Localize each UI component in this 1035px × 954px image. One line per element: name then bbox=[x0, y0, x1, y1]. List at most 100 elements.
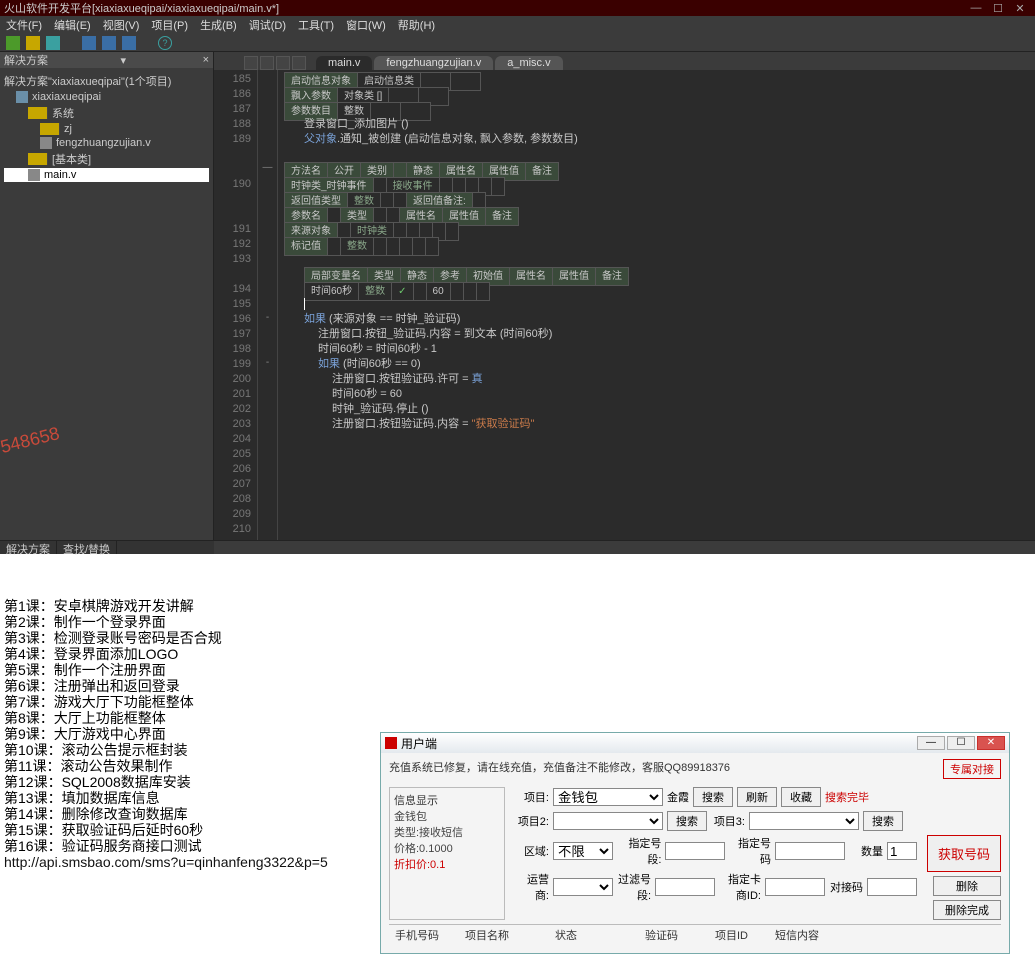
menu-help[interactable]: 帮助(H) bbox=[398, 17, 435, 33]
exclude-input[interactable] bbox=[655, 878, 715, 896]
tab-find[interactable]: 查找/替换 bbox=[57, 541, 117, 554]
lesson-6: 第6课：注册弹出和返回登录 bbox=[4, 678, 1031, 694]
tree-file-main[interactable]: main.v bbox=[4, 168, 209, 182]
client-min-button[interactable]: — bbox=[917, 736, 945, 750]
result-table-header: 手机号码 项目名称 状态 验证码 项目ID 短信内容 bbox=[389, 924, 1001, 945]
solution-tree[interactable]: 解决方案"xiaxiaxueqipai"(1个项目) xiaxiaxueqipa… bbox=[0, 68, 213, 540]
spec-input[interactable] bbox=[665, 842, 725, 860]
client-close-button[interactable]: ✕ bbox=[977, 736, 1005, 750]
info-line-4: 折扣价:0.1 bbox=[394, 856, 500, 872]
project3-select[interactable] bbox=[749, 812, 859, 830]
client-titlebar: 用户端 — ☐ ✕ bbox=[381, 733, 1009, 753]
editor: main.v fengzhuangzujian.v a_misc.v 18518… bbox=[214, 52, 1035, 540]
menu-project[interactable]: 项目(P) bbox=[151, 17, 188, 33]
tab-main[interactable]: main.v bbox=[316, 56, 372, 70]
exclusive-button[interactable]: 专属对接 bbox=[943, 759, 1001, 779]
paste-icon[interactable] bbox=[102, 36, 116, 50]
tree-folder-zj[interactable]: zj bbox=[4, 122, 209, 136]
tab-misc[interactable]: a_misc.v bbox=[495, 56, 562, 70]
cut-icon[interactable] bbox=[122, 36, 136, 50]
spec2-input[interactable] bbox=[775, 842, 845, 860]
client-window: 用户端 — ☐ ✕ 充值系统已修复，请在线充值，充值备注不能修改，客服QQ899… bbox=[380, 732, 1010, 954]
code-lines[interactable]: 启动信息对象启动信息类 飘入参数对象类 [] 参数数目整数 登录窗口_添加图片 … bbox=[278, 70, 1035, 540]
app-icon bbox=[385, 737, 397, 749]
menu-debug[interactable]: 调试(D) bbox=[249, 17, 286, 33]
solution-panel: 解决方案 ▾ × 解决方案"xiaxiaxueqipai"(1个项目) xiax… bbox=[0, 52, 214, 540]
search-button-1[interactable]: 搜索 bbox=[693, 787, 733, 807]
tree-file-fz[interactable]: fengzhuangzujian.v bbox=[4, 136, 209, 150]
run-icon[interactable] bbox=[6, 36, 20, 50]
close-icon[interactable]: ✕ bbox=[1009, 2, 1031, 15]
menu-view[interactable]: 视图(V) bbox=[103, 17, 140, 33]
tree-folder-system[interactable]: 系统 bbox=[4, 104, 209, 122]
build-icon[interactable] bbox=[26, 36, 40, 50]
code-area[interactable]: 185186187188189 190 191192193 194 195196… bbox=[214, 70, 1035, 540]
tab-solution[interactable]: 解决方案 bbox=[0, 541, 57, 554]
help-icon[interactable]: ? bbox=[158, 36, 172, 50]
search-status: 搜索完毕 bbox=[825, 789, 869, 805]
code-l188[interactable]: 登录窗口_添加图片 () bbox=[284, 117, 1035, 132]
label-pair: 对接码 bbox=[829, 879, 863, 895]
card-input[interactable] bbox=[765, 878, 825, 896]
qty-input[interactable] bbox=[887, 842, 917, 860]
tree-project[interactable]: xiaxiaxueqipai bbox=[4, 90, 209, 104]
lesson-4: 第4课：登录界面添加LOGO bbox=[4, 646, 1031, 662]
nav-back-icon[interactable] bbox=[244, 56, 258, 70]
lesson-1: 第1课：安卓棋牌游戏开发讲解 bbox=[4, 598, 1031, 614]
lesson-5: 第5课：制作一个注册界面 bbox=[4, 662, 1031, 678]
ide-window: 火山软件开发平台[xiaxiaxueqipai/xiaxiaxueqipai/m… bbox=[0, 0, 1035, 554]
menu-window[interactable]: 窗口(W) bbox=[346, 17, 386, 33]
fold-column[interactable]: — -- bbox=[258, 70, 278, 540]
label-project3: 项目3: bbox=[711, 813, 745, 829]
label-area: 区域: bbox=[515, 843, 549, 859]
action-column: 获取号码 删除 删除完成 bbox=[927, 787, 1001, 920]
editor-hscroll[interactable] bbox=[214, 540, 1035, 554]
menu-tools[interactable]: 工具(T) bbox=[298, 17, 334, 33]
nav-fwd-icon[interactable] bbox=[260, 56, 274, 70]
delete-button[interactable]: 删除 bbox=[933, 876, 1001, 896]
form-column: 项目: 金钱包 金霞 搜索 刷新 收藏 搜索完毕 项目2: 搜索 项目3: 搜索 bbox=[515, 787, 917, 920]
menu-edit[interactable]: 编辑(E) bbox=[54, 17, 91, 33]
tool-icon[interactable] bbox=[46, 36, 60, 50]
menu-build[interactable]: 生成(B) bbox=[200, 17, 237, 33]
menubar: 文件(F) 编辑(E) 视图(V) 项目(P) 生成(B) 调试(D) 工具(T… bbox=[0, 16, 1035, 34]
area-select[interactable]: 不限 bbox=[553, 842, 613, 860]
gutter: 185186187188189 190 191192193 194 195196… bbox=[214, 70, 258, 540]
min-icon[interactable]: — bbox=[965, 2, 987, 14]
client-title: 用户端 bbox=[401, 735, 437, 752]
col-phone: 手机号码 bbox=[389, 925, 459, 945]
editor-tabs: main.v fengzhuangzujian.v a_misc.v bbox=[214, 52, 1035, 70]
col-code: 验证码 bbox=[639, 925, 709, 945]
max-icon[interactable]: ☐ bbox=[987, 2, 1009, 15]
info-line-2: 类型:接收短信 bbox=[394, 824, 500, 840]
panel-close-icon[interactable]: × bbox=[203, 54, 209, 66]
menu-file[interactable]: 文件(F) bbox=[6, 17, 42, 33]
col-status: 状态 bbox=[549, 925, 639, 945]
solution-header: 解决方案 ▾ × bbox=[0, 52, 213, 68]
solution-bottom-tabs: 解决方案 查找/替换 bbox=[0, 540, 214, 554]
search-button-2[interactable]: 搜索 bbox=[667, 811, 707, 831]
fav-button[interactable]: 收藏 bbox=[781, 787, 821, 807]
nav-down-icon[interactable] bbox=[292, 56, 306, 70]
pair-input[interactable] bbox=[867, 878, 917, 896]
nav-up-icon[interactable] bbox=[276, 56, 290, 70]
get-number-button[interactable]: 获取号码 bbox=[927, 835, 1001, 872]
client-max-button[interactable]: ☐ bbox=[947, 736, 975, 750]
tab-fz[interactable]: fengzhuangzujian.v bbox=[374, 56, 493, 70]
notice-bar: 充值系统已修复，请在线充值，充值备注不能修改，客服QQ89918376 专属对接 bbox=[389, 759, 1001, 779]
lesson-8: 第8课：大厅上功能框整体 bbox=[4, 710, 1031, 726]
search-button-3[interactable]: 搜索 bbox=[863, 811, 903, 831]
ide-titlebar: 火山软件开发平台[xiaxiaxueqipai/xiaxiaxueqipai/m… bbox=[0, 0, 1035, 16]
carrier-select[interactable] bbox=[553, 878, 613, 896]
project2-select[interactable] bbox=[553, 812, 663, 830]
refresh-button[interactable]: 刷新 bbox=[737, 787, 777, 807]
project-select[interactable]: 金钱包 bbox=[553, 788, 663, 806]
label-project2: 项目2: bbox=[515, 813, 549, 829]
toolbar: ? bbox=[0, 34, 1035, 52]
copy-icon[interactable] bbox=[82, 36, 96, 50]
delete-done-button[interactable]: 删除完成 bbox=[933, 900, 1001, 920]
panel-pin-icon[interactable]: ▾ bbox=[121, 54, 127, 67]
tree-root[interactable]: 解决方案"xiaxiaxueqipai"(1个项目) bbox=[4, 72, 209, 90]
label-spec: 指定号段: bbox=[617, 835, 661, 867]
tree-folder-base[interactable]: [基本类] bbox=[4, 150, 209, 168]
